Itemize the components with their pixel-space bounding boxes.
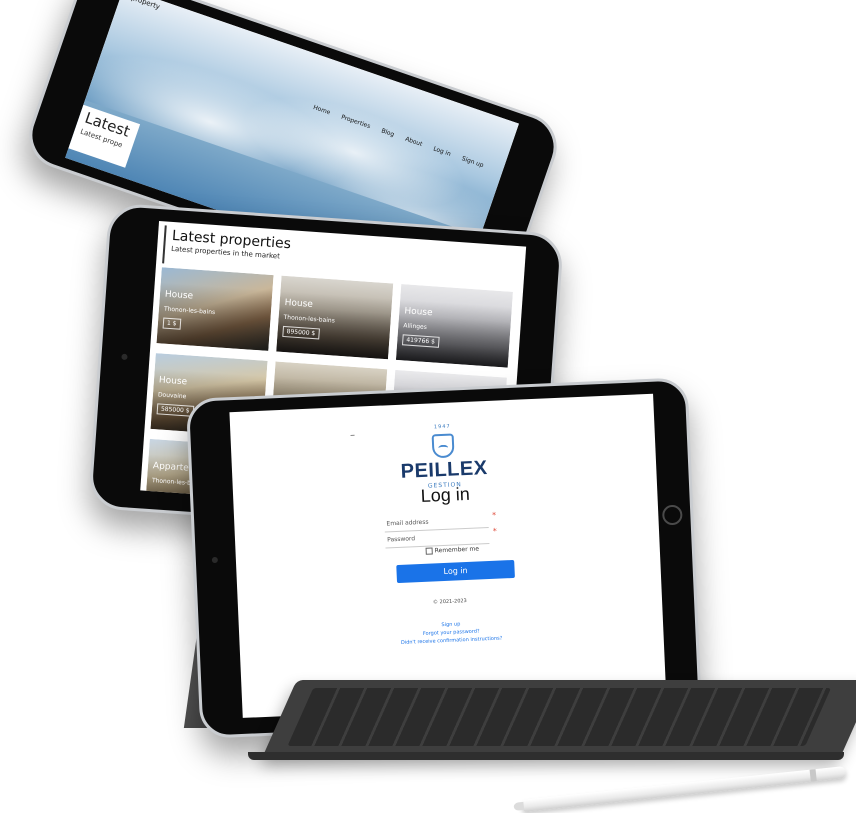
required-marker: * <box>492 526 498 536</box>
remember-me[interactable]: Remember me <box>425 545 480 555</box>
login-page: 1947 PEILLEX GESTION Log in Email addres… <box>229 394 666 718</box>
keyboard-keys <box>287 688 832 746</box>
logo-name: PEILLEX <box>400 457 489 483</box>
login-screen: 1947 PEILLEX GESTION Log in Email addres… <box>229 393 667 718</box>
camera-icon <box>211 556 218 564</box>
camera-icon <box>121 353 128 361</box>
logo-year: 1947 <box>433 423 451 431</box>
property-type: House <box>284 297 314 310</box>
peillex-logo: 1947 PEILLEX GESTION <box>392 411 495 490</box>
auth-links: Sign up Forgot your password? Didn't rec… <box>239 612 664 654</box>
stylus-pencil <box>513 766 847 813</box>
property-type: House <box>164 289 194 302</box>
property-type: House <box>158 375 188 388</box>
property-card[interactable]: House Allinges 419766 $ <box>395 284 513 368</box>
smart-keyboard <box>262 680 856 758</box>
pencil-tip <box>513 801 525 811</box>
pencil-band <box>809 769 817 782</box>
device-mockup-scene: a property Home Properties Blog About Lo… <box>0 0 856 813</box>
required-marker: * <box>491 510 497 520</box>
home-button[interactable] <box>661 504 683 526</box>
property-price: 1 $ <box>162 317 181 330</box>
property-card[interactable]: House Thonon-les-bains 895000 $ <box>276 275 394 360</box>
keyboard-edge <box>248 752 844 760</box>
page-marker <box>350 434 355 436</box>
shield-icon <box>431 433 455 459</box>
remember-label: Remember me <box>434 545 480 555</box>
copyright: © 2021-2023 <box>432 598 467 606</box>
remember-checkbox[interactable] <box>425 547 433 555</box>
property-card[interactable]: House Thonon-les-bains 1 $ <box>156 267 274 351</box>
property-type: House <box>404 306 433 319</box>
login-button[interactable]: Log in <box>396 559 515 584</box>
